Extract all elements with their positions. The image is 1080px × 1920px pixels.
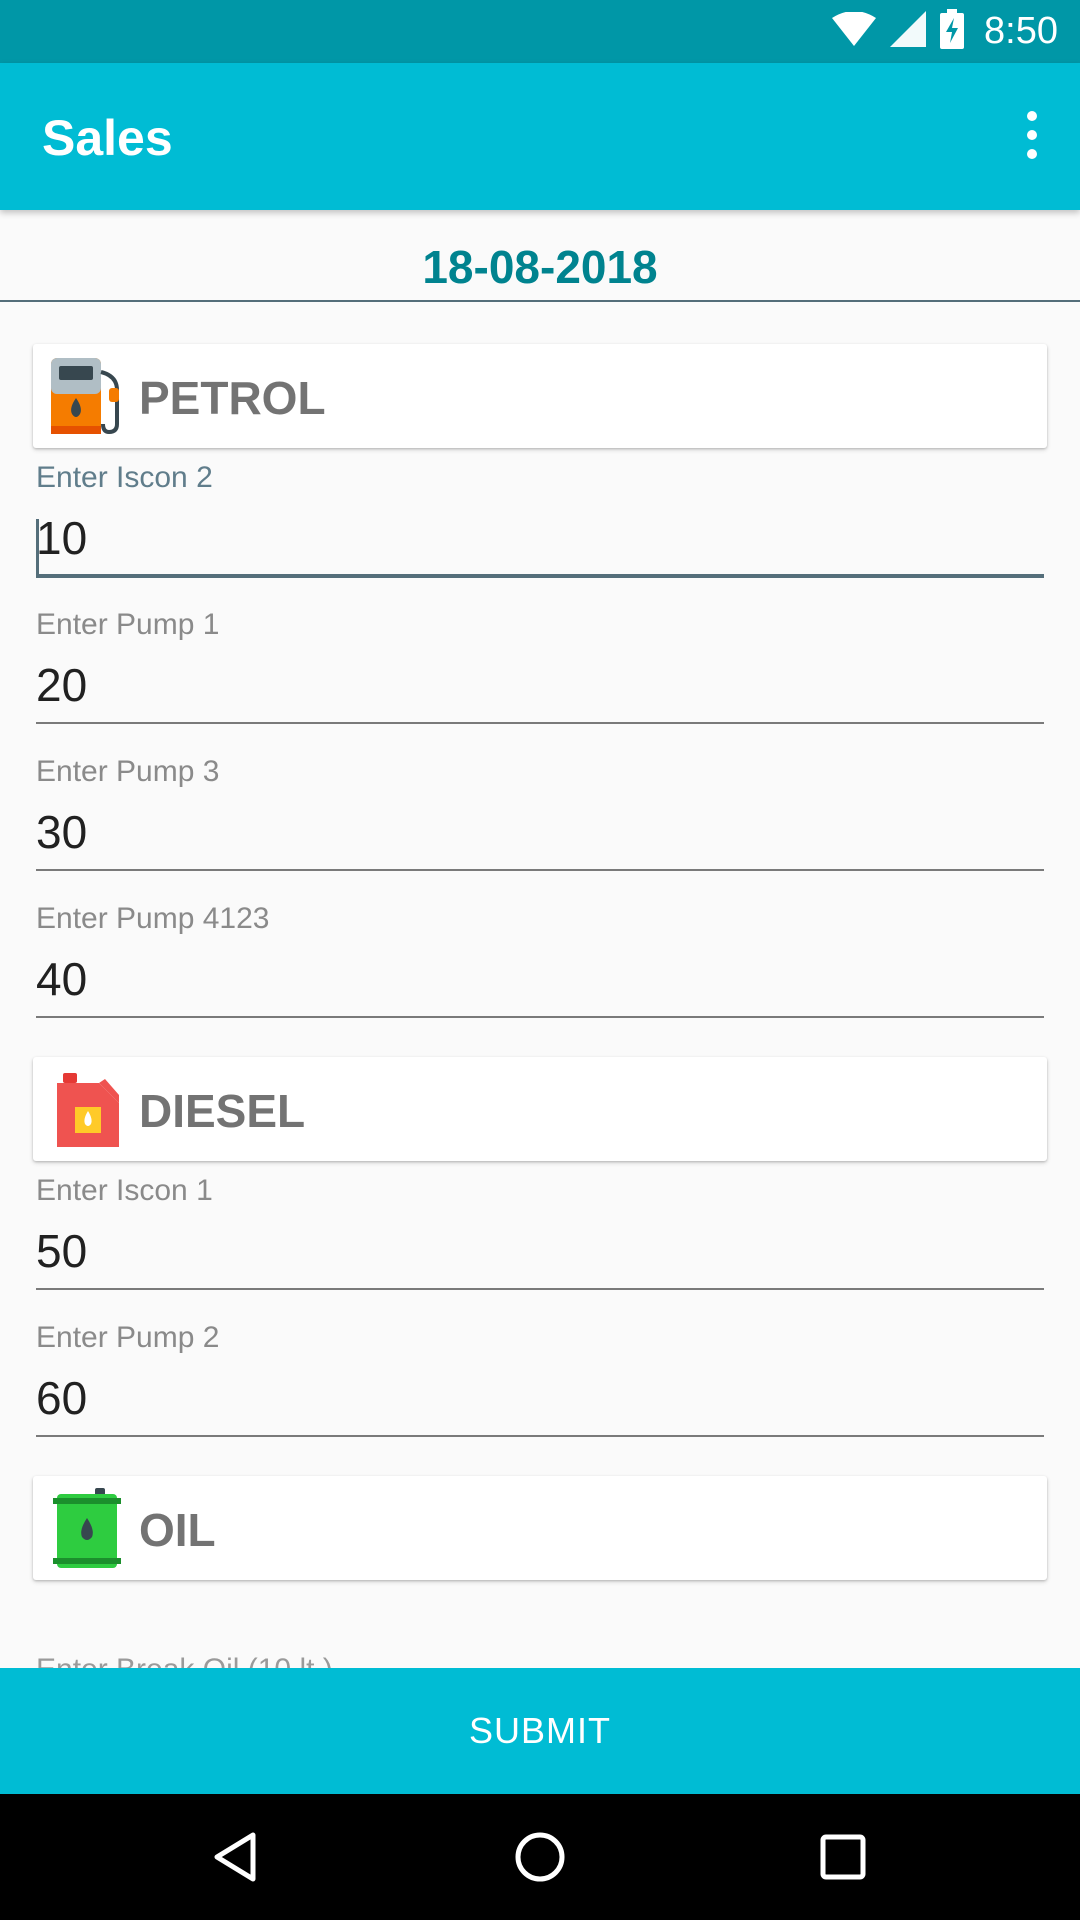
petrol-section-header: PETROL [33, 344, 1047, 448]
date-divider [0, 300, 1080, 302]
status-time: 8:50 [984, 10, 1058, 52]
field-underline [36, 869, 1044, 871]
petrol-label: PETROL [139, 372, 326, 424]
pump-1-label: Enter Pump 1 [36, 608, 220, 641]
diesel-section-header: DIESEL [33, 1057, 1047, 1161]
iscon-1-label: Enter Iscon 1 [36, 1174, 213, 1207]
field-underline [36, 574, 1044, 578]
app-bar: Sales [0, 63, 1080, 210]
break-oil-label: Enter Break Oil (10 lt.) [36, 1650, 333, 1668]
field-underline [36, 1016, 1044, 1018]
status-bar: 8:50 [0, 0, 1080, 63]
iscon-2-input[interactable]: 10 [36, 511, 1044, 573]
pump-2-input[interactable]: 60 [36, 1371, 1044, 1433]
pump-1-field[interactable]: Enter Pump 1 20 [36, 608, 1044, 738]
field-underline [36, 722, 1044, 724]
back-icon[interactable] [207, 1827, 267, 1887]
iscon-2-label: Enter Iscon 2 [36, 461, 213, 494]
pump-3-label: Enter Pump 3 [36, 755, 220, 788]
pump-4123-field[interactable]: Enter Pump 4123 40 [36, 902, 1044, 1032]
navigation-bar [0, 1794, 1080, 1920]
pump-4123-label: Enter Pump 4123 [36, 902, 270, 935]
battery-charging-icon [940, 9, 965, 54]
pump-2-field[interactable]: Enter Pump 2 60 [36, 1321, 1044, 1451]
app-title: Sales [42, 110, 173, 166]
pump-2-label: Enter Pump 2 [36, 1321, 220, 1354]
iscon-1-input[interactable]: 50 [36, 1224, 1044, 1286]
wifi-icon [832, 11, 877, 51]
pump-3-input[interactable]: 30 [36, 805, 1044, 867]
overflow-menu-icon[interactable] [1014, 105, 1050, 165]
home-icon[interactable] [510, 1827, 570, 1887]
diesel-label: DIESEL [139, 1085, 306, 1137]
iscon-1-field[interactable]: Enter Iscon 1 50 [36, 1174, 1044, 1304]
iscon-2-field[interactable]: Enter Iscon 2 10 [36, 461, 1044, 591]
pump-1-input[interactable]: 20 [36, 658, 1044, 720]
field-underline [36, 1288, 1044, 1290]
jerry-can-icon [47, 1067, 131, 1151]
submit-button[interactable]: SUBMIT [0, 1668, 1080, 1794]
oil-section-header: OIL [33, 1476, 1047, 1580]
fuel-pump-icon [47, 354, 131, 438]
oil-label: OIL [139, 1504, 216, 1556]
pump-3-field[interactable]: Enter Pump 3 30 [36, 755, 1044, 885]
pump-4123-input[interactable]: 40 [36, 952, 1044, 1014]
oil-barrel-icon [47, 1486, 131, 1570]
recents-icon[interactable] [813, 1827, 873, 1887]
field-underline [36, 1435, 1044, 1437]
cell-signal-icon [890, 11, 927, 52]
date-display[interactable]: 18-08-2018 [0, 240, 1080, 294]
